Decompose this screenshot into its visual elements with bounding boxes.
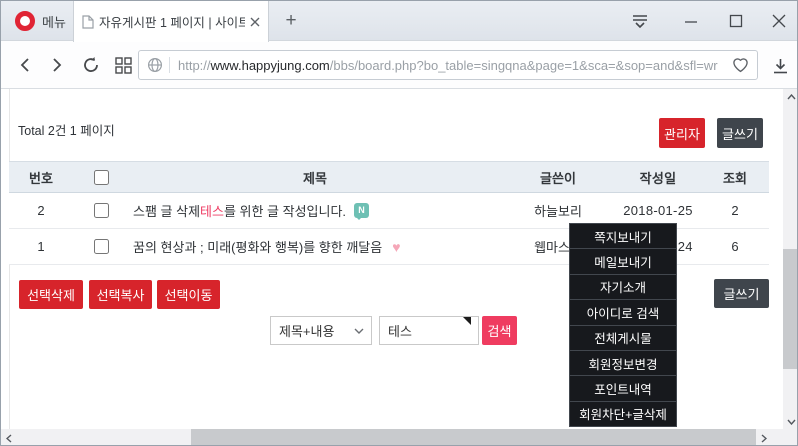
header-no: 번호: [9, 168, 73, 187]
delete-selected-button[interactable]: 선택삭제: [19, 280, 83, 309]
new-post-icon: N: [354, 203, 369, 218]
table-header-row: 번호 제목 글쓴이 작성일 조회: [9, 161, 769, 193]
horizontal-scrollbar[interactable]: [1, 429, 783, 446]
scroll-left-icon[interactable]: [1, 429, 16, 446]
scroll-up-icon[interactable]: [783, 89, 798, 104]
post-title-link[interactable]: 스팸 글 삭제 테스를 위한 글 작성입니다. N: [129, 201, 501, 220]
heart-icon: ♥: [392, 239, 400, 255]
new-tab-button[interactable]: +: [281, 11, 301, 31]
row-checkbox[interactable]: [94, 203, 109, 218]
download-icon[interactable]: [768, 54, 792, 78]
tab-title: 자유게시판 1 페이지 | 사이트: [99, 12, 245, 31]
copy-selected-button[interactable]: 선택복사: [89, 280, 152, 309]
close-button[interactable]: [766, 1, 792, 41]
search-button[interactable]: 검색: [482, 316, 517, 345]
reload-icon[interactable]: [79, 53, 103, 77]
tab-close-icon[interactable]: [250, 17, 260, 27]
post-views: 6: [701, 239, 769, 254]
header-author: 글쓴이: [501, 168, 615, 187]
post-number: 1: [9, 239, 73, 254]
search-category-value: 제목+내용: [279, 321, 334, 340]
popup-item-self-intro[interactable]: 자기소개: [570, 275, 676, 300]
opera-logo-icon: [15, 11, 35, 31]
post-title-post: 를 위한 글 작성입니다.: [224, 201, 346, 220]
browser-tab[interactable]: 자유게시판 1 페이지 | 사이트: [73, 1, 269, 42]
popup-item-point-history[interactable]: 포인트내역: [570, 376, 676, 401]
admin-button[interactable]: 관리자: [659, 118, 705, 148]
minimize-button[interactable]: [678, 1, 704, 41]
globe-icon: [147, 57, 163, 73]
url-separator: [169, 57, 170, 73]
horizontal-scrollbar-thumb[interactable]: [191, 429, 756, 446]
move-selected-button[interactable]: 선택이동: [157, 280, 220, 309]
header-views: 조회: [701, 168, 769, 187]
url-host: www.happyjung.com: [211, 58, 330, 73]
row-checkbox[interactable]: [94, 239, 109, 254]
bookmark-heart-icon[interactable]: [732, 57, 749, 73]
maximize-button[interactable]: [723, 1, 749, 41]
popup-item-all-posts[interactable]: 전체게시물: [570, 326, 676, 351]
post-title-link[interactable]: 꿈의 현상과 ; 미래(평화와 행복)를 향한 깨달음 ♥: [129, 237, 501, 256]
popup-item-edit-info[interactable]: 회원정보변경: [570, 351, 676, 376]
input-corner-marker-icon: [463, 317, 471, 325]
post-title-pre: 스팸 글 삭제: [133, 201, 200, 220]
page-icon: [82, 15, 94, 29]
post-title-pre: 꿈의 현상과 ; 미래(평화와 행복)를 향한 깨달음: [133, 237, 382, 256]
url-scheme: http://: [178, 58, 211, 73]
browser-window: 메뉴 자유게시판 1 페이지 | 사이트 +: [0, 0, 798, 446]
popup-item-search-by-id[interactable]: 아이디로 검색: [570, 300, 676, 325]
back-icon[interactable]: [13, 53, 37, 77]
select-all-checkbox[interactable]: [94, 170, 109, 185]
url-text: http://www.happyjung.com/bbs/board.php?b…: [178, 58, 732, 73]
address-bar[interactable]: http://www.happyjung.com/bbs/board.php?b…: [138, 50, 758, 80]
board-total-text: Total 2건 1 페이지: [18, 120, 115, 139]
scroll-right-icon[interactable]: [756, 429, 771, 446]
url-path: /bbs/board.php?bo_table=singqna&page=1&s…: [330, 58, 718, 73]
post-views: 2: [701, 203, 769, 218]
post-title-highlight: 테스: [200, 201, 224, 220]
popup-item-send-mail[interactable]: 메일보내기: [570, 249, 676, 274]
forward-icon[interactable]: [45, 53, 69, 77]
write-button-bottom[interactable]: 글쓰기: [714, 279, 769, 308]
vertical-scrollbar-thumb[interactable]: [783, 249, 798, 369]
chevron-down-icon: [354, 328, 364, 334]
popup-item-send-note[interactable]: 쪽지보내기: [570, 224, 676, 249]
member-popup-menu: 쪽지보내기 메일보내기 자기소개 아이디로 검색 전체게시물 회원정보변경 포인…: [569, 223, 677, 427]
post-date: 2018-01-25: [615, 203, 701, 218]
tab-menu-icon[interactable]: [627, 1, 653, 41]
vertical-scrollbar[interactable]: [783, 89, 798, 429]
titlebar: 메뉴 자유게시판 1 페이지 | 사이트 +: [1, 1, 798, 41]
header-title: 제목: [129, 168, 501, 187]
speed-dial-icon[interactable]: [111, 53, 135, 77]
scrollbar-corner: [783, 429, 798, 446]
popup-item-block-delete[interactable]: 회원차단+글삭제: [570, 402, 676, 426]
write-button-top[interactable]: 글쓰기: [717, 118, 763, 148]
header-date: 작성일: [615, 168, 701, 187]
search-category-select[interactable]: 제목+내용: [270, 316, 372, 345]
scroll-down-icon[interactable]: [783, 414, 798, 429]
opera-menu-label: 메뉴: [42, 12, 66, 31]
post-number: 2: [9, 203, 73, 218]
opera-menu-button[interactable]: 메뉴: [15, 9, 66, 33]
post-author-link[interactable]: 하늘보리: [501, 201, 615, 220]
